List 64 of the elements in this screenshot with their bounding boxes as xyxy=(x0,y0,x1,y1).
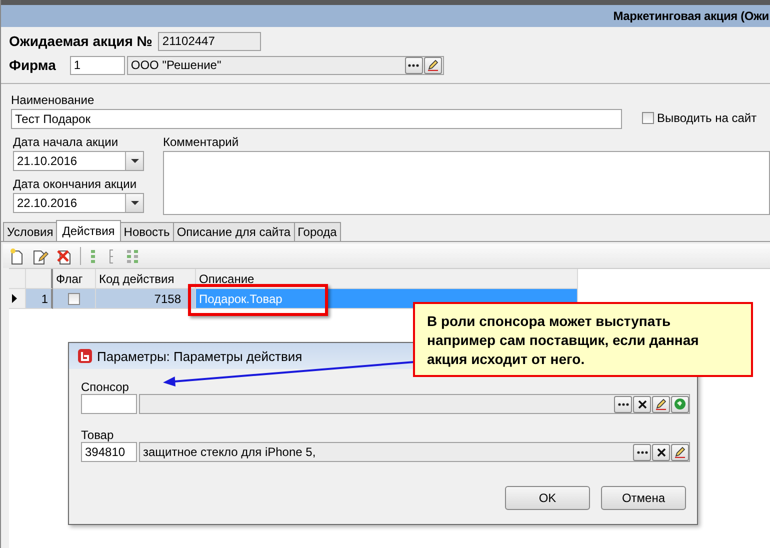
table-cell: 7158 xyxy=(96,289,196,309)
caret-icon xyxy=(130,159,138,163)
field-label: Спонсор xyxy=(81,380,130,394)
tab[interactable]: Описание для сайта xyxy=(172,222,295,241)
dots-icon xyxy=(636,450,648,454)
edit-button[interactable] xyxy=(652,396,670,412)
checkbox[interactable] xyxy=(642,112,654,124)
value-field[interactable]: защитное стекло для iPhone 5, xyxy=(139,442,690,462)
edit-document-icon[interactable] xyxy=(32,248,49,264)
dots-icon xyxy=(618,402,628,406)
field-label: Товар xyxy=(81,428,115,442)
dots-icon xyxy=(408,64,420,66)
comment-field[interactable] xyxy=(163,151,770,215)
column-header[interactable]: Код действия xyxy=(96,269,196,289)
clear-button[interactable] xyxy=(652,444,670,460)
date-label: Дата начала акции xyxy=(13,135,120,149)
dropdown-button[interactable] xyxy=(125,194,143,212)
code-field[interactable]: 394810 xyxy=(81,442,137,462)
name-label: Наименование xyxy=(11,93,96,107)
browse-button[interactable] xyxy=(614,396,632,412)
tab[interactable]: Новость xyxy=(120,222,174,241)
delete-icon[interactable] xyxy=(56,248,73,264)
column-header[interactable]: Описание xyxy=(196,269,578,289)
firm-code-field[interactable]: 1 xyxy=(70,56,125,74)
caret-icon xyxy=(130,201,138,205)
check-grid-icon[interactable] xyxy=(126,248,140,264)
name-field[interactable]: Тест Подарок xyxy=(11,109,622,129)
tab[interactable]: Действия xyxy=(56,220,121,241)
tab[interactable]: Города xyxy=(294,222,341,241)
dropdown-button[interactable] xyxy=(125,152,143,170)
new-document-icon[interactable] xyxy=(9,248,25,264)
dialog-title: Параметры: Параметры действия xyxy=(97,348,302,364)
number-label: Ожидаемая акция № xyxy=(9,33,152,49)
edit-button[interactable] xyxy=(671,444,689,460)
column-header[interactable]: Флаг xyxy=(53,269,96,289)
browse-button[interactable] xyxy=(404,56,423,74)
row-number: 1 xyxy=(26,289,53,309)
app-logo-icon xyxy=(78,349,92,363)
number-header xyxy=(26,269,53,289)
firm-name-field[interactable]: ООО "Решение" xyxy=(126,56,444,74)
firm-label: Фирма xyxy=(9,57,56,73)
date-label: Дата окончания акции xyxy=(13,177,138,191)
pencil-icon xyxy=(655,398,667,410)
date-field[interactable]: 22.10.2016 xyxy=(13,193,144,213)
window-title: Маркетинговая акция (Ожи xyxy=(613,9,769,23)
code-field[interactable] xyxy=(81,394,137,414)
checkbox[interactable] xyxy=(68,292,80,304)
browse-button[interactable] xyxy=(633,444,651,460)
pencil-icon xyxy=(674,446,686,458)
comment-label: Комментарий xyxy=(163,135,240,149)
close-icon xyxy=(656,448,666,456)
number-field[interactable]: 21102447 xyxy=(158,32,262,50)
checkbox-label: Выводить на сайт xyxy=(657,111,757,125)
tab[interactable]: Условия xyxy=(3,222,58,241)
callout-note: В роли спонсора может выступать например сам поставщик, если данная акция исходит от него. xyxy=(413,302,753,377)
pencil-icon xyxy=(426,59,439,71)
date-field[interactable]: 21.10.2016 xyxy=(13,151,144,171)
close-icon xyxy=(638,400,646,408)
value-field[interactable] xyxy=(139,394,690,414)
edit-button[interactable] xyxy=(424,56,442,74)
clear-button[interactable] xyxy=(633,396,651,412)
globe-icon xyxy=(674,398,686,410)
cancel-button[interactable]: Отмена xyxy=(601,486,686,510)
ok-button[interactable]: OK xyxy=(505,486,590,510)
